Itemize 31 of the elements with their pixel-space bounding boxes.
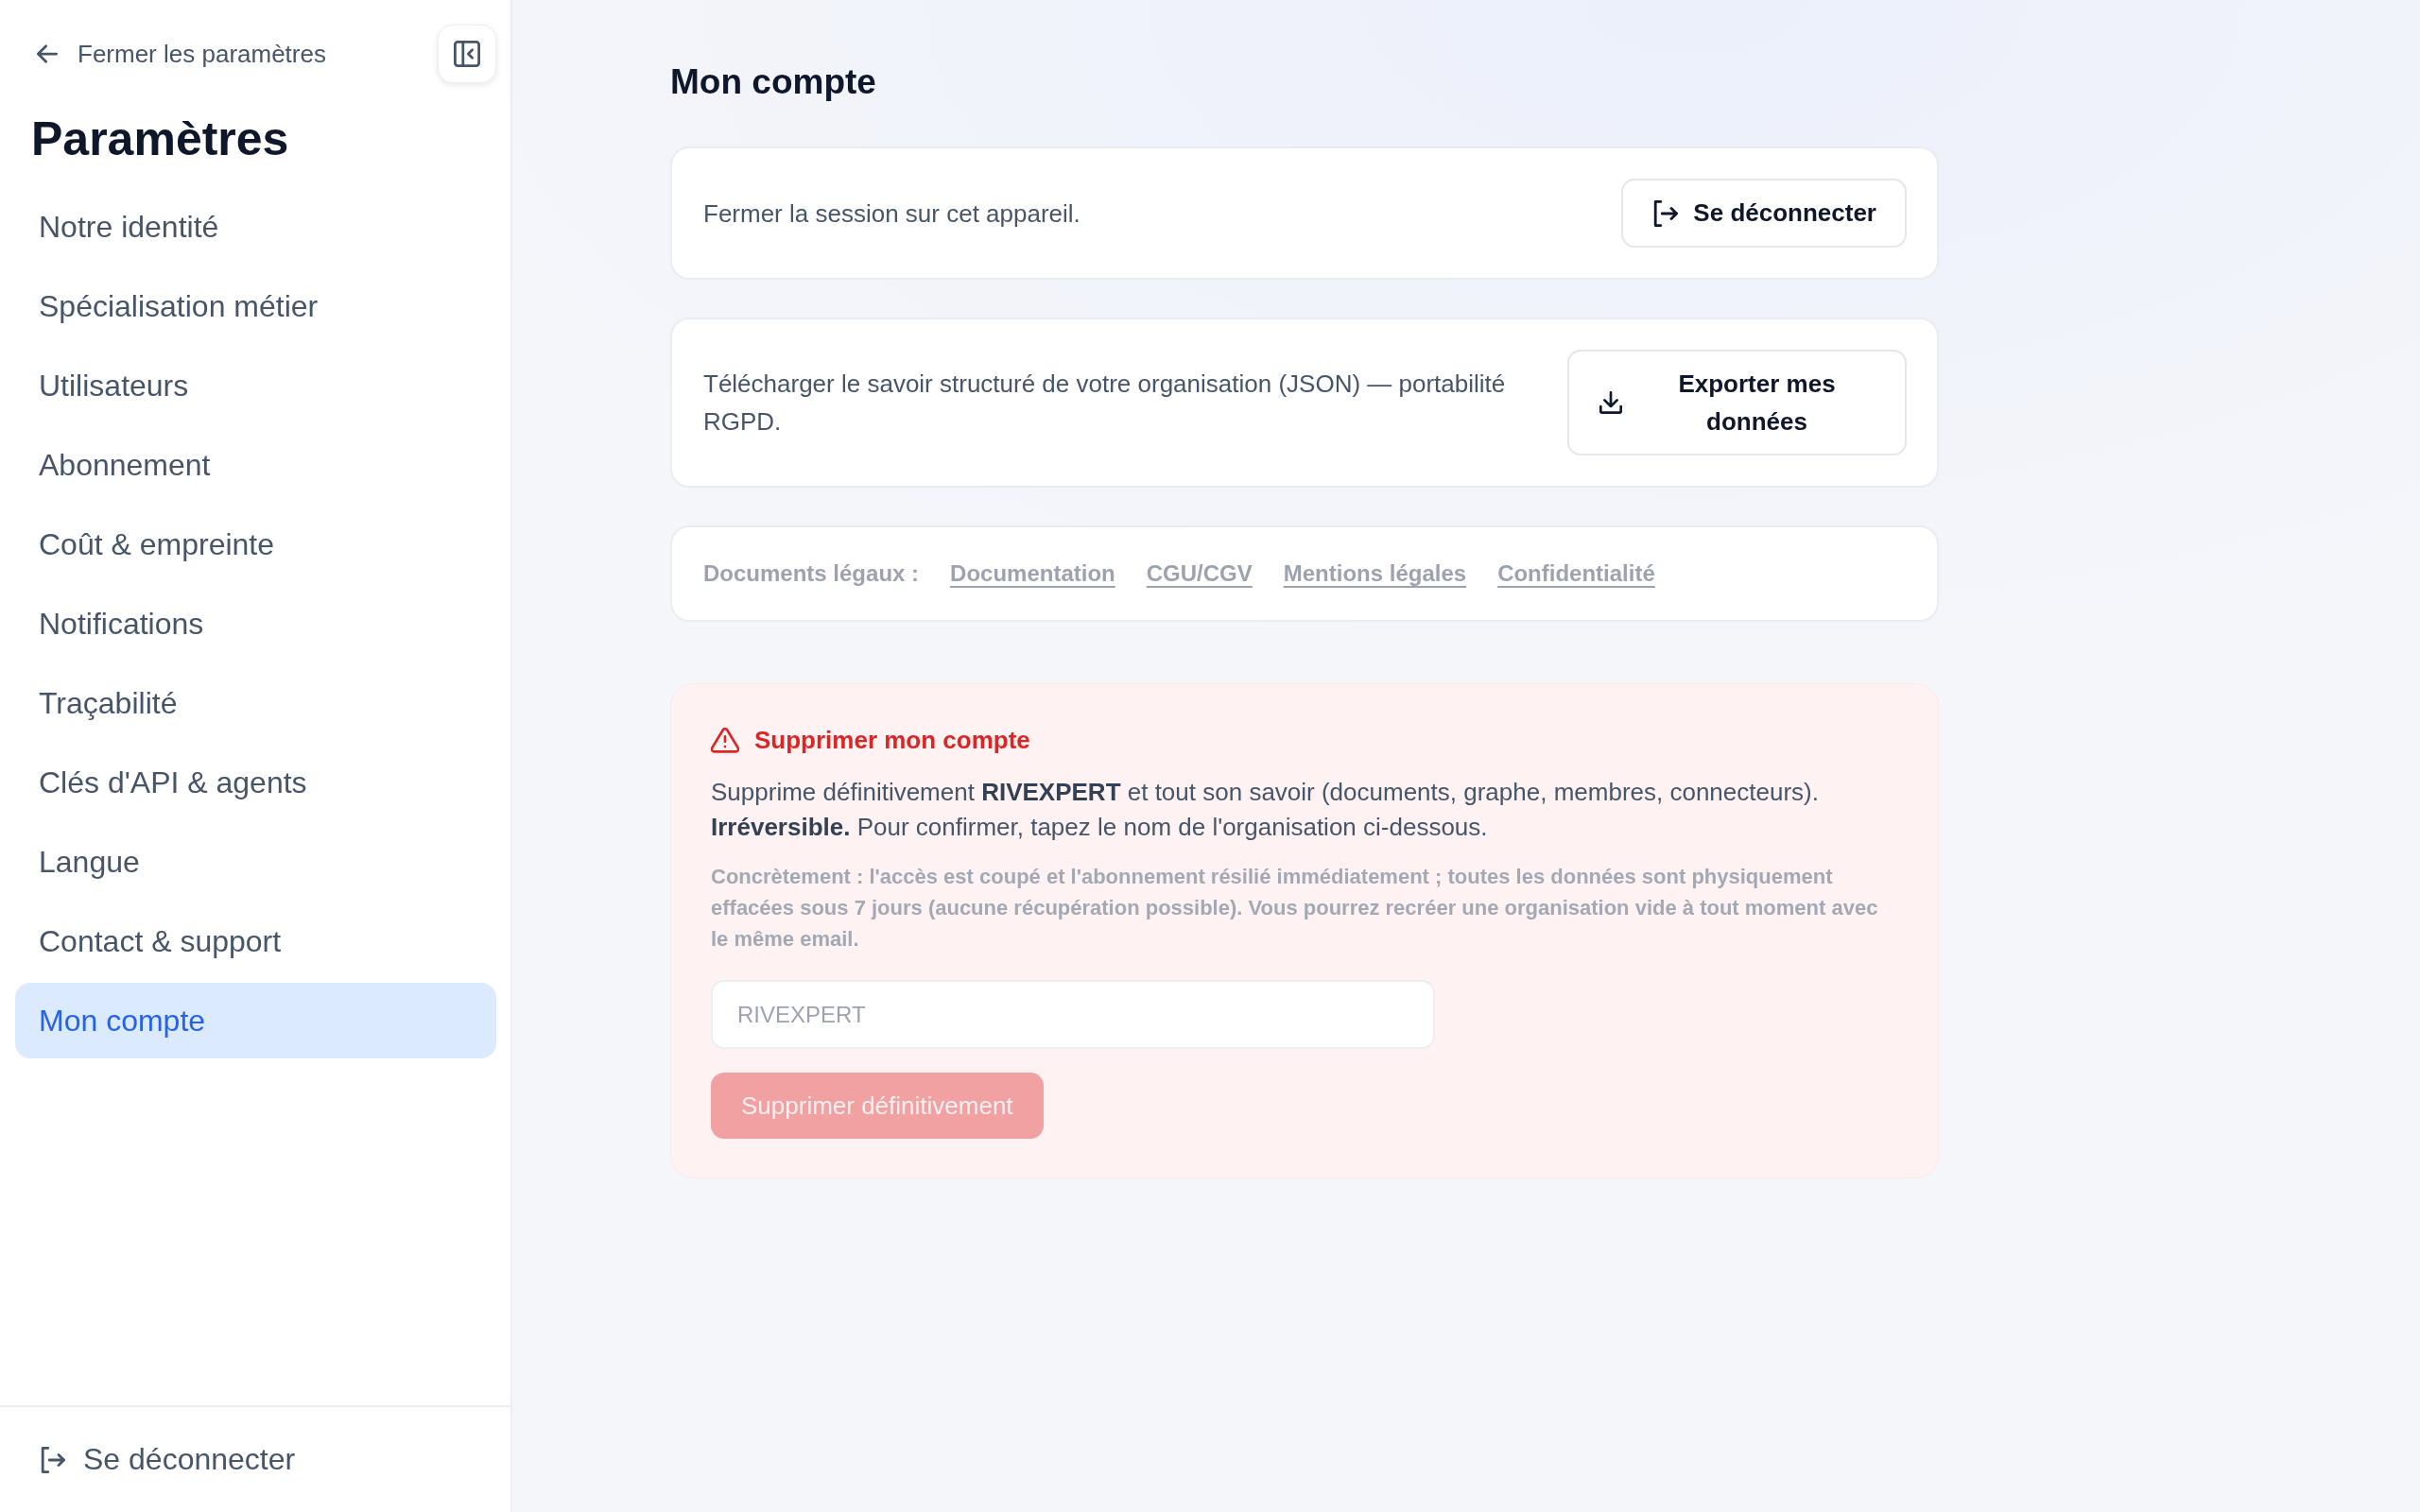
sidebar-title: Paramètres xyxy=(31,112,290,167)
logout-button[interactable]: Se déconnecter xyxy=(39,1442,296,1477)
export-button[interactable]: Exporter mes données xyxy=(1567,350,1907,455)
sidebar-item[interactable]: Coût & empreinte xyxy=(15,507,496,582)
logout-button[interactable]: Se déconnecter xyxy=(1621,179,1907,248)
session-description: Fermer la session sur cet appareil. xyxy=(703,198,1080,230)
danger-title: Supprimer mon compte xyxy=(754,725,1030,756)
download-icon xyxy=(1599,391,1622,414)
sidebar-item[interactable]: Contact & support xyxy=(15,903,496,979)
sidebar-item[interactable]: Utilisateurs xyxy=(15,348,496,423)
confirm-name-field[interactable]: RIVEXPERT xyxy=(711,980,1435,1049)
collapse-sidebar-button[interactable] xyxy=(438,25,496,83)
logout-icon xyxy=(1651,199,1679,227)
sidebar-item[interactable]: Traçabilité xyxy=(15,665,496,741)
sidebar-item[interactable]: Mon compte xyxy=(15,983,496,1058)
panel-collapse-icon xyxy=(454,41,480,67)
page-title: Mon compte xyxy=(670,61,877,103)
danger-note: Concrètement : l'accès est coupé et l'abonnement résilié immédiatement ; toutes les données sont physiquement effacées sous 7 jours (aucune récupération possible). Vous pourrez recréer une organisation vide à tout moment avec le même email. xyxy=(711,864,1879,953)
sidebar-item[interactable]: Notifications xyxy=(15,586,496,662)
legal-documents-label: Documents légaux : xyxy=(703,559,920,588)
back-link[interactable]: Fermer les paramètres xyxy=(37,39,326,69)
export-description: Télécharger le savoir structuré de votre organisation (JSON) — portabilité RGPD. xyxy=(703,369,1507,438)
sidebar-item[interactable]: Langue xyxy=(15,824,496,900)
danger-description: Supprime définitivement RIVEXPERT et tout son savoir (documents, graphe, membres, connecteurs). Irréversible. Pour confirmer, tapez le nom de l'organisation ci-dessous. xyxy=(711,777,1820,843)
sidebar-item[interactable]: Clés d'API & agents xyxy=(15,745,496,820)
sidebar-item[interactable]: Notre identité xyxy=(15,189,496,265)
arrow-left-icon xyxy=(37,44,58,63)
sidebar-item[interactable]: Abonnement xyxy=(15,427,496,503)
warning-icon xyxy=(711,727,739,753)
logout-icon xyxy=(39,1446,65,1473)
sidebar-item[interactable]: Spécialisation métier xyxy=(15,268,496,344)
